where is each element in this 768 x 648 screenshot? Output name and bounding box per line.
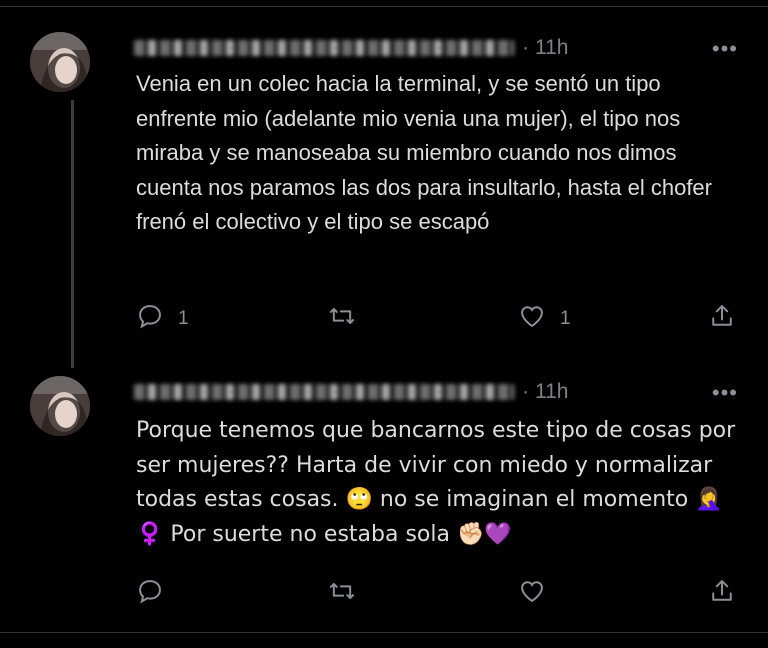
more-options-icon[interactable]: ••• (712, 380, 738, 406)
thread-line (71, 100, 74, 368)
like-icon (518, 302, 546, 336)
reply-button[interactable] (136, 577, 178, 611)
separator-dot: · (522, 380, 529, 403)
reply-button[interactable]: 1 (136, 302, 189, 336)
reply-icon (136, 302, 164, 336)
like-icon (518, 577, 546, 611)
timestamp[interactable]: 11h (535, 380, 568, 404)
like-count: 1 (560, 308, 571, 329)
tweet-actions: 1 1 (136, 302, 740, 334)
tweet-text: Venia en un colec hacia la terminal, y s… (136, 71, 719, 234)
like-button[interactable] (518, 577, 560, 611)
like-button[interactable]: 1 (518, 302, 571, 336)
reply-icon (136, 577, 164, 611)
share-button[interactable] (708, 577, 736, 611)
separator-dot: · (522, 36, 529, 59)
reply-count: 1 (178, 308, 189, 329)
tweet-header: · 11h (134, 379, 568, 405)
top-divider (0, 6, 768, 7)
share-icon (708, 577, 736, 611)
tweet-actions (136, 577, 740, 609)
author-name-blurred[interactable] (134, 384, 514, 400)
author-name-blurred[interactable] (134, 40, 514, 56)
retweet-button[interactable] (328, 577, 370, 611)
retweet-icon (328, 302, 356, 336)
bottom-divider (0, 632, 768, 633)
share-button[interactable] (708, 302, 736, 336)
avatar[interactable] (30, 376, 90, 436)
tweet-text: Porque tenemos que bancarnos este tipo d… (136, 418, 743, 547)
retweet-icon (328, 577, 356, 611)
retweet-button[interactable] (328, 302, 370, 336)
tweet-header: · 11h (134, 35, 568, 61)
share-icon (708, 302, 736, 336)
timestamp[interactable]: 11h (535, 36, 568, 60)
more-options-icon[interactable]: ••• (712, 36, 738, 62)
avatar[interactable] (30, 32, 90, 92)
